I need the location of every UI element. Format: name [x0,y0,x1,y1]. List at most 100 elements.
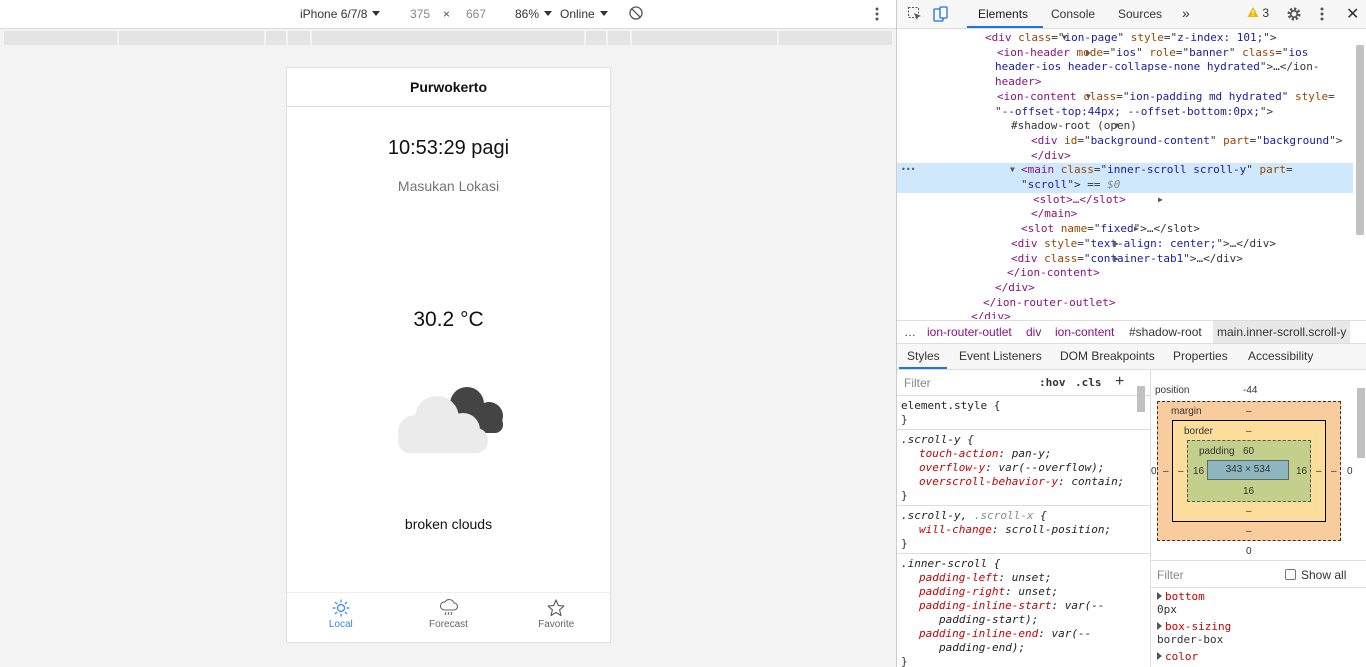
computed-property[interactable]: bottom 0px [1157,590,1205,616]
dom-node[interactable]: </ion-router-outlet> [983,296,1115,311]
style-property[interactable]: overflow-y: var(--overflow); [901,461,1146,475]
expand-open-icon[interactable]: ▼ [1010,163,1015,178]
dom-node-selected[interactable]: ▼ ••• <main class="inner-scroll scroll-y" … [897,163,1353,178]
show-all-checkbox[interactable] [1285,569,1296,580]
rule-selector[interactable]: .scroll-y, .scroll-x { [901,509,1146,523]
style-property[interactable]: will-change: scroll-position; [901,523,1146,537]
rotate-icon[interactable] [629,6,643,23]
height-input[interactable]: 667 [466,7,486,21]
style-property[interactable]: padding-start); [901,613,1146,627]
dom-node[interactable]: ▶ <div style="text-align: center;">…</div… [1011,237,1276,252]
dom-token: style [1044,236,1078,250]
dom-node[interactable]: ▶ <div class="container-tab1">…</div> [1011,252,1243,267]
expand-closed-icon[interactable]: ▶ [1134,222,1139,237]
dom-node[interactable]: </ion-content> [1007,266,1100,281]
rule-selector[interactable]: .inner-scroll { [901,557,1146,571]
styles-scrollbar[interactable] [1137,386,1145,412]
tab-favorite[interactable]: Favorite [502,593,610,642]
device-toggle-icon[interactable] [933,6,949,25]
network-select[interactable]: Online [560,7,608,21]
computed-filter-input[interactable]: Filter [1157,568,1184,582]
zoom-select[interactable]: 86% [515,7,553,21]
tab-local[interactable]: Local [287,593,395,642]
dom-node-selected[interactable]: "scroll"> == $0 [897,178,1353,193]
tab-styles[interactable]: Styles [907,349,940,363]
more-options-icon[interactable] [1318,6,1326,25]
dom-node[interactable]: </div> [995,281,1035,296]
style-property[interactable]: overscroll-behavior-y: contain; [901,475,1146,489]
dom-node[interactable]: header-ios header-collapse-none hydrated… [995,60,1320,75]
dom-node[interactable]: ▼ <ion-content class="ion-padding md hydr… [997,90,1335,105]
tab-event-listeners[interactable]: Event Listeners [959,349,1042,363]
dom-node[interactable]: ▼ #shadow-root (open) [1011,119,1137,134]
close-icon[interactable]: ✕ [1346,4,1359,24]
tab-sources[interactable]: Sources [1118,7,1162,21]
tab-elements[interactable]: Elements [978,7,1028,21]
width-input[interactable]: 375 [410,7,430,21]
tab-dom-breakpoints[interactable]: DOM Breakpoints [1060,349,1155,363]
breadcrumb-current[interactable]: main.inner-scroll.scroll-y [1213,321,1351,343]
style-property[interactable]: padding-left: unset; [901,571,1146,585]
dom-scrollbar[interactable] [1356,45,1364,235]
computed-name: color [1165,650,1199,663]
breadcrumb-item[interactable]: ion-router-outlet [927,325,1012,339]
dom-token: =" [1087,222,1101,236]
expand-closed-icon[interactable]: ▶ [1114,252,1119,267]
breadcrumb-item[interactable]: div [1026,325,1041,339]
expand-closed-icon[interactable]: ▶ [1158,193,1163,208]
more-options-icon[interactable] [873,6,881,25]
dom-token: $0 [1107,178,1121,191]
rule-selector[interactable]: .scroll-y { [901,433,1146,447]
tab-forecast[interactable]: Forecast [395,593,503,642]
more-tabs-button[interactable]: » [1182,5,1190,21]
computed-property[interactable]: color [1157,650,1198,663]
breadcrumb-item[interactable]: #shadow-root [1129,325,1202,339]
dom-node[interactable]: ▼ <div class="ion-page" style="z-index: 1… [985,31,1276,46]
computed-scrollbar[interactable] [1357,388,1365,458]
expand-closed-icon[interactable]: ▶ [1114,237,1119,252]
breadcrumb-item[interactable]: … [904,325,916,339]
dom-node[interactable]: header> [995,75,1041,90]
expand-closed-icon[interactable] [1157,592,1162,600]
computed-property[interactable]: box-sizing border-box [1157,620,1231,646]
node-actions-icon[interactable]: ••• [901,163,915,178]
border-right-value: – [1316,466,1322,477]
dom-tag: <div [1011,236,1045,250]
dom-node[interactable]: <div id="background-content" part="backg… [1031,134,1342,149]
expand-open-icon[interactable]: ▼ [1062,31,1067,46]
dom-node[interactable]: </main> [1031,207,1077,222]
breadcrumb-item[interactable]: ion-content [1055,325,1114,339]
expand-closed-icon[interactable] [1157,652,1162,660]
style-property[interactable]: padding-end); [901,641,1146,655]
dom-node[interactable]: ▶ <ion-header mode="ios" role="banner" cl… [997,46,1308,61]
expand-closed-icon[interactable] [1157,622,1162,630]
tab-console[interactable]: Console [1051,7,1095,21]
rule-selector[interactable]: element.style { [901,399,1146,413]
hov-toggle[interactable]: :hov [1039,376,1066,389]
device-select[interactable]: iPhone 6/7/8 [300,7,381,21]
styles-filter-input[interactable]: Filter [904,376,931,390]
dom-token: --offset-top:44px; --offset-bottom:0px; [1001,104,1260,118]
warnings-badge[interactable]: 3 [1247,6,1269,20]
new-rule-button[interactable]: + [1115,373,1124,391]
expand-closed-icon[interactable]: ▶ [1086,46,1091,61]
dom-node[interactable]: </div> [971,310,1011,319]
inspect-element-icon[interactable] [907,6,923,25]
location-input[interactable]: Masukan Lokasi [287,178,610,194]
dom-node[interactable]: ▶ <slot name="fixed">…</slot> [1021,222,1200,237]
cls-toggle[interactable]: .cls [1075,376,1102,389]
dom-node[interactable]: "--offset-top:44px; --offset-bottom:0px;… [995,105,1273,120]
style-property[interactable]: padding-right: unset; [901,585,1146,599]
border-label: border [1184,426,1213,437]
tab-accessibility[interactable]: Accessibility [1248,349,1313,363]
style-property[interactable]: touch-action: pan-y; [901,447,1146,461]
dom-node[interactable]: ▶ <slot>…</slot> [1033,193,1163,208]
expand-open-icon[interactable]: ▼ [1114,119,1119,134]
style-property[interactable]: padding-inline-start: var(-- [901,599,1146,613]
style-property[interactable]: padding-inline-end: var(-- [901,627,1146,641]
expand-open-icon[interactable]: ▼ [1086,90,1091,105]
gear-icon[interactable] [1286,6,1302,25]
tab-properties[interactable]: Properties [1173,349,1228,363]
property-name: padding-inline-end [919,627,1039,640]
dom-node[interactable]: </div> [1031,149,1071,164]
